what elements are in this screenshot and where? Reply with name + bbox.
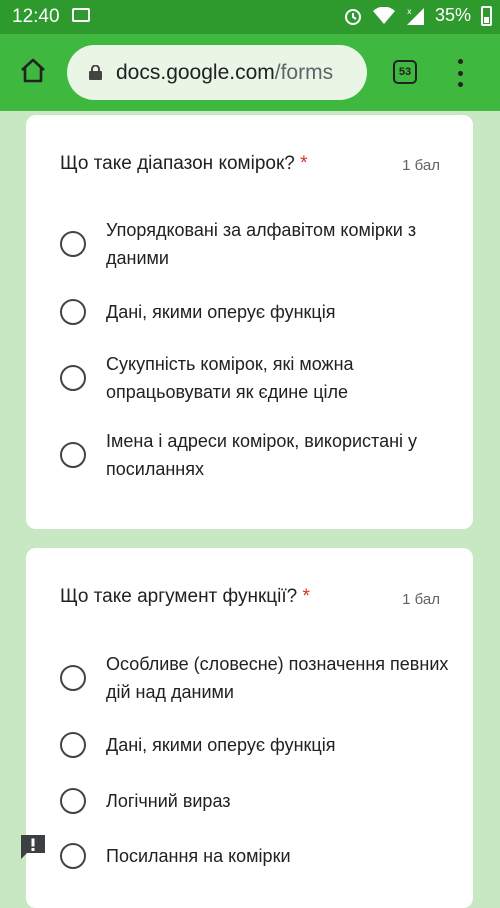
question-title: Що таке діапазон комірок? *: [60, 153, 308, 174]
radio-button[interactable]: [60, 665, 86, 691]
signal-icon: x: [406, 7, 424, 25]
radio-option[interactable]: Дані, якими оперує функція: [60, 731, 450, 759]
url-path: /forms: [274, 60, 334, 84]
points-label: 1 бал: [402, 157, 440, 174]
required-mark: *: [300, 153, 308, 174]
tab-switcher-button[interactable]: 53: [393, 60, 417, 84]
status-icons: x 35%: [343, 5, 492, 26]
radio-button[interactable]: [60, 442, 86, 468]
url-domain: docs.google.com: [116, 60, 275, 84]
radio-option[interactable]: Особливе (словесне) позначення певних ді…: [60, 650, 450, 706]
radio-option[interactable]: Посилання на комірки: [60, 842, 450, 870]
points-label: 1 бал: [402, 591, 440, 608]
question-title: Що таке аргумент функції? *: [60, 586, 310, 607]
radio-button[interactable]: [60, 788, 86, 814]
option-label: Посилання на комірки: [106, 846, 291, 866]
status-bar: 12:40 x 35%: [0, 0, 500, 34]
radio-button[interactable]: [60, 843, 86, 869]
radio-option[interactable]: Імена і адреси комірок, використані у по…: [60, 427, 450, 483]
option-label: Особливе (словесне) позначення певних ді…: [106, 654, 449, 702]
clock: 12:40: [12, 6, 60, 27]
svg-text:x: x: [407, 7, 412, 16]
option-label: Упорядковані за алфавітом комірки з дани…: [106, 220, 417, 268]
required-mark: *: [302, 586, 310, 607]
url-text: docs.google.com/forms: [116, 61, 333, 85]
radio-button[interactable]: [60, 231, 86, 257]
radio-option[interactable]: Логічний вираз: [60, 787, 450, 815]
gallery-notification-icon: [72, 8, 90, 22]
battery-icon: [481, 5, 492, 26]
alarm-icon: [344, 8, 361, 25]
browser-toolbar: docs.google.com/forms 53: [0, 34, 500, 111]
radio-button[interactable]: [60, 732, 86, 758]
radio-option[interactable]: Упорядковані за алфавітом комірки з дани…: [60, 216, 450, 272]
lock-icon: [89, 65, 102, 80]
tab-count: 53: [398, 66, 412, 78]
option-label: Імена і адреси комірок, використані у по…: [106, 431, 418, 479]
question-card: Що таке аргумент функції? * 1 бал Особли…: [26, 548, 473, 908]
more-options-icon[interactable]: [454, 59, 466, 87]
option-label: Дані, якими оперує функція: [106, 735, 336, 755]
address-bar[interactable]: docs.google.com/forms: [67, 45, 367, 100]
report-feedback-icon[interactable]: [18, 832, 48, 862]
option-label: Сукупність комірок, які можна опрацьовув…: [106, 354, 354, 402]
radio-button[interactable]: [60, 299, 86, 325]
battery-percent: 35%: [434, 5, 471, 25]
option-label: Дані, якими оперує функція: [106, 302, 336, 322]
wifi-icon: [372, 6, 395, 24]
home-icon[interactable]: [18, 56, 48, 86]
radio-button[interactable]: [60, 365, 86, 391]
radio-option[interactable]: Сукупність комірок, які можна опрацьовув…: [60, 350, 450, 406]
radio-option[interactable]: Дані, якими оперує функція: [60, 298, 450, 326]
option-label: Логічний вираз: [106, 791, 231, 811]
question-card: Що таке діапазон комірок? * 1 бал Упоряд…: [26, 115, 473, 529]
